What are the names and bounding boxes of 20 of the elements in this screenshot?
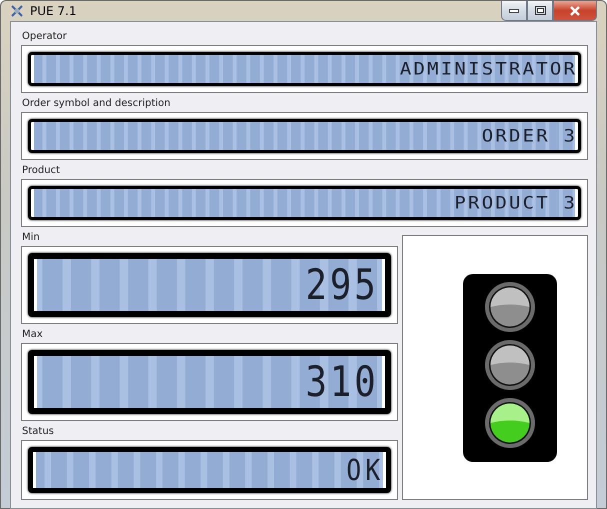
window-title: PUE 7.1 [30, 4, 76, 18]
field-label: Order symbol and description [21, 97, 172, 111]
minimize-button[interactable] [501, 1, 527, 21]
field-label: Max [21, 328, 44, 342]
maximize-icon [534, 6, 546, 15]
field-label: Min [21, 231, 41, 245]
maximize-button[interactable] [527, 1, 553, 21]
field-label: Product [21, 164, 61, 178]
field-label: Operator [21, 30, 68, 44]
lcd-display: ORDER 3 [28, 119, 581, 153]
minimize-icon [509, 8, 519, 12]
close-icon [570, 6, 580, 16]
lcd-display: ADMINISTRATOR [28, 52, 581, 86]
close-button[interactable] [553, 1, 597, 21]
lcd-display: PRODUCT 3 [28, 186, 581, 220]
app-icon [10, 4, 24, 18]
field-label: Status [21, 425, 55, 439]
lcd-display: OK [28, 447, 391, 493]
lcd-display: 295 [28, 253, 391, 317]
lcd-display: 310 [28, 350, 391, 414]
